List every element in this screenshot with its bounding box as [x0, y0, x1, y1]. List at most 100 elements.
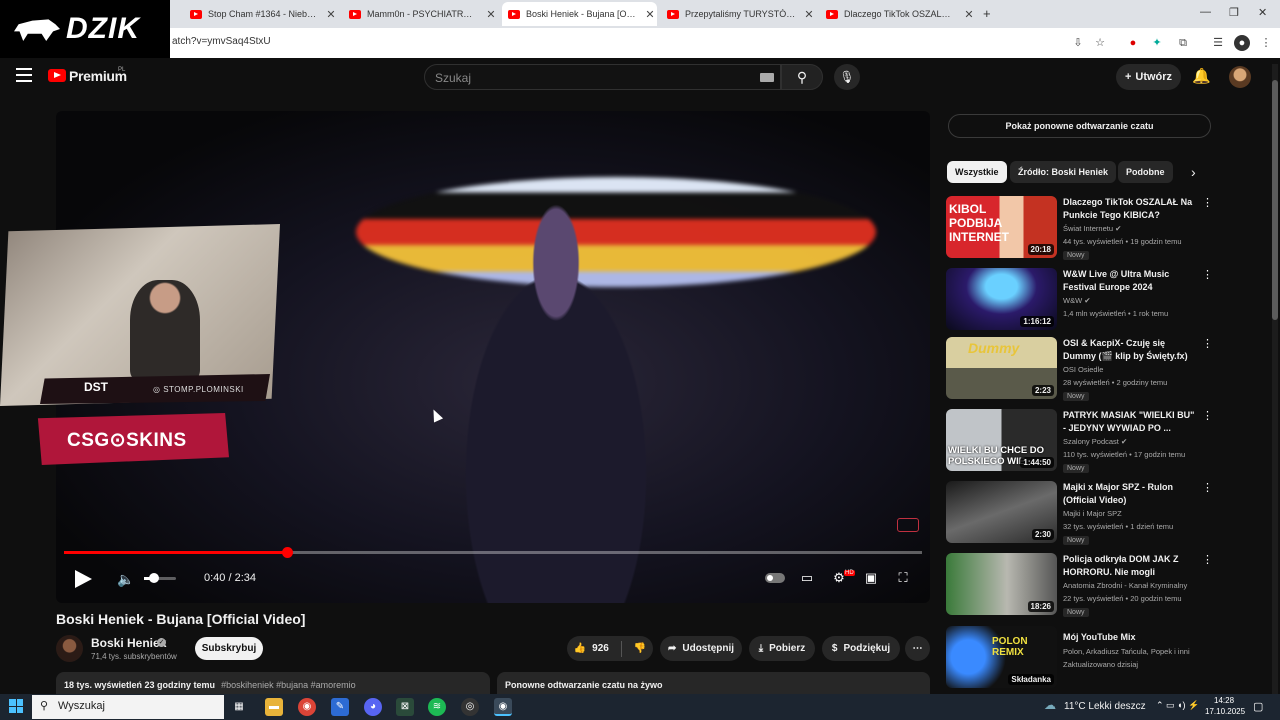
reading-list-icon[interactable]: ☰: [1210, 35, 1226, 51]
theater-mode-icon[interactable]: ▣: [861, 570, 881, 586]
opera-extension-icon[interactable]: ●: [1125, 35, 1141, 51]
channel-name[interactable]: Świat Internetu ✔: [1063, 224, 1121, 233]
share-button[interactable]: ➦ Udostępnij: [660, 636, 742, 661]
scrollbar-thumb[interactable]: [1272, 80, 1278, 320]
channel-name[interactable]: Szalony Podcast ✔: [1063, 437, 1127, 446]
notifications-bell-icon[interactable]: 🔔: [1192, 67, 1211, 85]
video-thumbnail[interactable]: WIELKI BU CHCE DO POLSKIEGO WIE 1:44:50: [946, 409, 1057, 471]
more-options-icon[interactable]: ⋮: [1202, 553, 1213, 566]
clock-time[interactable]: 14:28: [1214, 696, 1234, 705]
voice-search-button[interactable]: 🎙: [834, 64, 860, 90]
subscribe-button[interactable]: Subskrybuj: [195, 637, 263, 660]
recommendation-item[interactable]: 18:26 Policja odkryła DOM JAK Z HORRORU.…: [946, 553, 1213, 617]
weather-status[interactable]: 11°C Lekki deszcz: [1064, 701, 1146, 712]
search-button[interactable]: ⚲: [781, 64, 823, 90]
account-avatar[interactable]: [1229, 66, 1251, 88]
tab-2[interactable]: Mamm0n - PSYCHIATRYK [STRE✕: [343, 2, 498, 26]
channel-name[interactable]: Majki i Major SPZ: [1063, 509, 1122, 518]
video-thumbnail[interactable]: KIBOL PODBIJA INTERNET 20:18: [946, 196, 1057, 258]
new-tab-button[interactable]: +: [983, 6, 991, 21]
keyboard-icon[interactable]: [760, 73, 774, 82]
chevron-right-icon[interactable]: ›: [1191, 164, 1196, 180]
windows-start-icon[interactable]: [9, 699, 23, 713]
video-title[interactable]: Majki x Major SPZ - Rulon (Official Vide…: [1063, 481, 1195, 507]
close-tab-icon[interactable]: ✕: [484, 8, 498, 21]
url-text[interactable]: atch?v=ymvSaq4StxU: [172, 36, 271, 47]
channel-name[interactable]: Anatomia Zbrodni - Kanał Kryminalny: [1063, 581, 1187, 590]
chip-from-channel[interactable]: Źródło: Boski Heniek: [1010, 161, 1117, 183]
search-input[interactable]: Szukaj: [424, 64, 781, 90]
obs-icon[interactable]: ◎: [461, 698, 479, 716]
channel-name[interactable]: Boski Heniek: [91, 636, 166, 650]
download-button[interactable]: ⤓ Pobierz: [749, 636, 815, 661]
video-title[interactable]: Dlaczego TikTok OSZALAŁ Na Punkcie Tego …: [1063, 196, 1195, 222]
more-actions-icon[interactable]: ⋯: [905, 636, 930, 661]
mix-item[interactable]: POLON REMIX Składanka Mój YouTube Mix Po…: [946, 626, 1210, 690]
close-tab-icon[interactable]: ✕: [802, 8, 816, 21]
channel-name[interactable]: W&W ✔: [1063, 296, 1091, 305]
video-title[interactable]: Mój YouTube Mix: [1063, 631, 1195, 644]
progress-scrubber-handle[interactable]: [282, 547, 294, 558]
autoplay-toggle[interactable]: [765, 573, 785, 583]
taskbar-search-input[interactable]: Wyszukaj: [32, 695, 224, 719]
terminal-icon[interactable]: ⊠: [396, 698, 414, 716]
youtube-logo-icon[interactable]: [48, 69, 66, 82]
more-options-icon[interactable]: ⋮: [1202, 196, 1213, 209]
recommendation-item[interactable]: 2:30 Majki x Major SPZ - Rulon (Official…: [946, 481, 1213, 545]
create-button[interactable]: + Utwórz: [1116, 64, 1181, 90]
minimize-icon[interactable]: —: [1200, 6, 1211, 18]
more-options-icon[interactable]: ⋮: [1202, 409, 1213, 422]
dislike-thumb-icon[interactable]: 👎: [634, 643, 646, 654]
more-options-icon[interactable]: ⋮: [1202, 337, 1213, 350]
clock-date[interactable]: 17.10.2025: [1205, 707, 1245, 716]
notification-center-icon[interactable]: ▢: [1253, 700, 1263, 713]
recommendation-item[interactable]: WIELKI BU CHCE DO POLSKIEGO WIE 1:44:50 …: [946, 409, 1213, 473]
install-app-icon[interactable]: ⇩: [1070, 35, 1086, 51]
thanks-button[interactable]: $ Podziękuj: [822, 636, 900, 661]
recommendation-item[interactable]: 1:16:12 W&W Live @ Ultra Music Festival …: [946, 268, 1213, 332]
play-icon[interactable]: [75, 570, 92, 588]
video-title[interactable]: W&W Live @ Ultra Music Festival Europe 2…: [1063, 268, 1195, 294]
system-tray-icons[interactable]: ⌃ ▭ ◖) ⚡: [1156, 700, 1199, 711]
more-options-icon[interactable]: ⋮: [1202, 481, 1213, 494]
chrome-menu-icon[interactable]: ⋮: [1258, 35, 1274, 51]
mix-thumbnail[interactable]: POLON REMIX Składanka: [946, 626, 1057, 688]
subtitles-icon[interactable]: ▭: [797, 570, 817, 586]
chip-all[interactable]: Wszystkie: [947, 161, 1007, 183]
show-chat-replay-button[interactable]: Pokaż ponowne odtwarzanie czatu: [948, 114, 1211, 138]
recommendation-item[interactable]: Dummy 2:23 OSI & KacpiX- Czuję się Dummy…: [946, 337, 1213, 401]
volume-slider-handle[interactable]: [149, 573, 159, 583]
spotify-icon[interactable]: ≋: [428, 698, 446, 716]
like-count[interactable]: 926: [592, 643, 609, 654]
video-thumbnail[interactable]: 1:16:12: [946, 268, 1057, 330]
file-explorer-icon[interactable]: ▬: [265, 698, 283, 716]
video-thumbnail[interactable]: Dummy 2:23: [946, 337, 1057, 399]
profile-icon[interactable]: ●: [1234, 35, 1250, 51]
app-icon[interactable]: ✎: [331, 698, 349, 716]
channel-name[interactable]: OSI Osiedle: [1063, 365, 1103, 374]
close-tab-icon[interactable]: ✕: [324, 8, 338, 21]
chrome-icon[interactable]: ◉: [298, 698, 316, 716]
video-thumbnail[interactable]: 18:26: [946, 553, 1057, 615]
chrome-active-icon[interactable]: ◉: [494, 698, 512, 716]
bookmark-star-icon[interactable]: ☆: [1092, 35, 1108, 51]
more-options-icon[interactable]: ⋮: [1202, 268, 1213, 281]
like-thumb-icon[interactable]: 👍: [574, 643, 586, 654]
restore-icon[interactable]: ❐: [1229, 6, 1239, 19]
close-tab-icon[interactable]: ✕: [962, 8, 976, 21]
extension-icon[interactable]: ✦: [1149, 35, 1165, 51]
close-window-icon[interactable]: ✕: [1258, 6, 1267, 19]
chip-related[interactable]: Podobne: [1118, 161, 1173, 183]
tab-1[interactable]: Stop Cham #1364 - Niebezpiec✕: [184, 2, 338, 26]
tab-4[interactable]: Przepytaliśmy TURYSTÓW w Po✕: [661, 2, 816, 26]
video-title[interactable]: Policja odkryła DOM JAK Z HORRORU. Nie m…: [1063, 553, 1195, 579]
recommendation-item[interactable]: KIBOL PODBIJA INTERNET 20:18 Dlaczego Ti…: [946, 196, 1213, 260]
video-title[interactable]: PATRYK MASIAK "WIELKI BU" - JEDYNY WYWIA…: [1063, 409, 1195, 435]
volume-icon[interactable]: 🔈: [117, 571, 134, 588]
channel-avatar[interactable]: [56, 635, 83, 662]
discord-icon[interactable]: ◕: [364, 698, 382, 716]
tab-active[interactable]: Boski Heniek - Bujana [Official V✕: [502, 2, 657, 26]
close-tab-icon[interactable]: ✕: [643, 8, 657, 21]
tab-5[interactable]: Dlaczego TikTok OSZALAŁ Na P✕: [820, 2, 976, 26]
fullscreen-icon[interactable]: ⛶: [893, 570, 913, 586]
